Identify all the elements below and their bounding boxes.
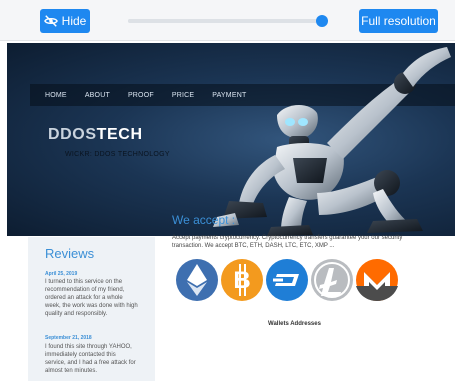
brand-logo: DDOSTECH xyxy=(48,126,143,144)
nav-proof[interactable]: PROOF xyxy=(128,92,154,99)
nav-about[interactable]: ABOUT xyxy=(85,92,110,99)
reviews-title: Reviews xyxy=(45,246,95,261)
eye-slash-icon xyxy=(43,15,58,27)
full-resolution-button[interactable]: Full resolution xyxy=(359,9,438,33)
full-resolution-label: Full resolution xyxy=(361,14,436,28)
hero-banner: HOME ABOUT PROOF PRICE PAYMENT DDOSTECH … xyxy=(7,43,455,236)
hide-button[interactable]: Hide xyxy=(40,9,90,33)
review-date: September 21, 2018 xyxy=(45,335,92,341)
robot-illustration xyxy=(213,47,451,236)
payment-title: We accept : xyxy=(172,213,236,227)
monero-icon xyxy=(356,259,398,301)
payment-description: Accept payments cryptocurrency. Cryptocu… xyxy=(172,235,403,249)
dash-icon xyxy=(266,259,308,301)
reviews-sidebar: Reviews April 25, 2019 I turned to this … xyxy=(28,237,155,381)
zoom-slider[interactable] xyxy=(128,14,332,28)
wallets-heading: Wallets Addresses xyxy=(268,321,321,327)
nav-home[interactable]: HOME xyxy=(45,92,67,99)
svg-text:B: B xyxy=(233,267,250,294)
review-text: I turned to this service on the recommen… xyxy=(45,279,138,317)
crypto-logos: B xyxy=(176,259,398,301)
zoom-slider-fill xyxy=(128,19,322,23)
brand-suffix: TECH xyxy=(96,126,143,143)
ethereum-icon xyxy=(176,259,218,301)
bitcoin-icon: B xyxy=(221,259,263,301)
litecoin-icon xyxy=(311,259,353,301)
review-date: April 25, 2019 xyxy=(45,271,78,277)
viewer-toolbar: Hide Full resolution xyxy=(0,0,455,41)
website-page: HOME ABOUT PROOF PRICE PAYMENT DDOSTECH … xyxy=(0,41,455,381)
hide-button-label: Hide xyxy=(61,14,87,28)
review-text: I found this site through YAHOO, immedia… xyxy=(45,344,136,374)
zoom-slider-handle[interactable] xyxy=(316,15,328,27)
brand-prefix: DDOS xyxy=(48,126,97,143)
brand-tagline: WICKR: DDOS TECHNOLOGY xyxy=(65,151,170,158)
